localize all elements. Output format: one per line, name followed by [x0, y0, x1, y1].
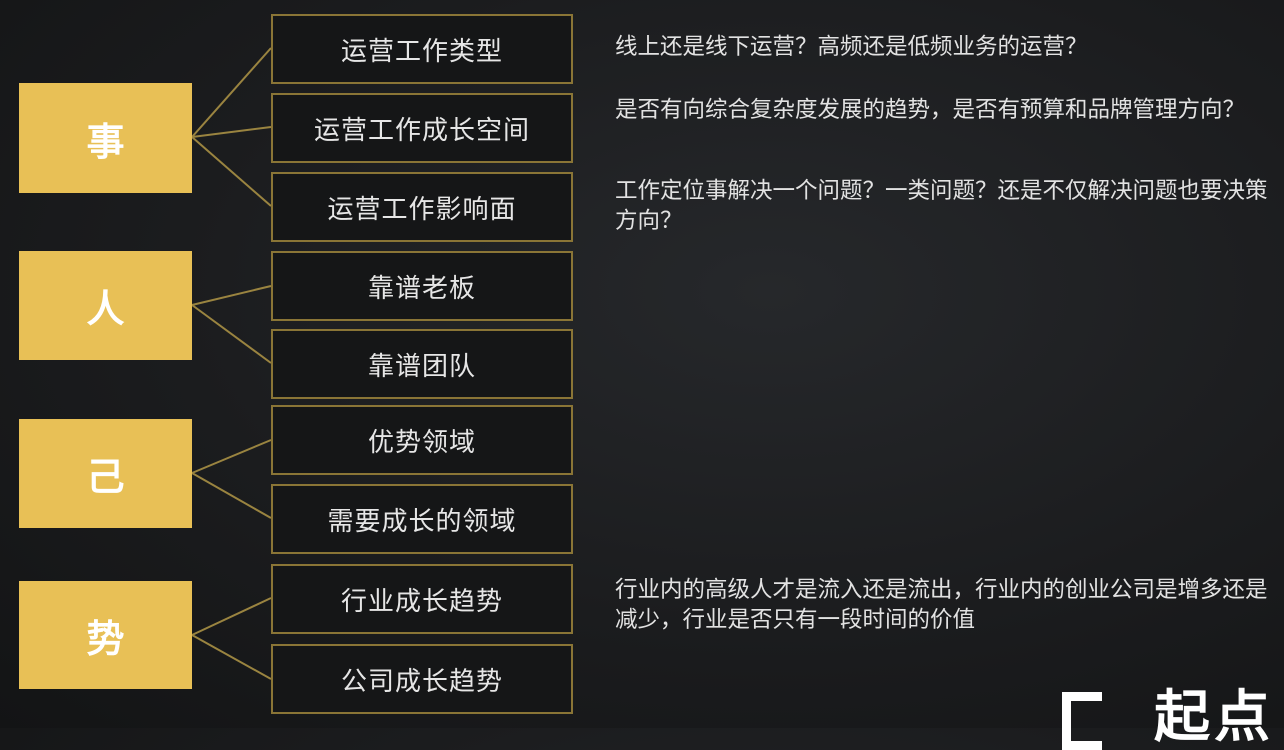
item-growth-areas: 需要成长的领域: [271, 484, 573, 554]
category-ren: 人: [19, 251, 192, 360]
item-strengths: 优势领域: [271, 405, 573, 475]
connector-line: [191, 597, 272, 636]
logo-mark-icon: [1062, 692, 1102, 750]
connector-line: [191, 634, 272, 680]
item-work-type: 运营工作类型: [271, 14, 573, 84]
item-impact: 运营工作影响面: [271, 172, 573, 242]
note-work-type: 线上还是线下运营？高频还是低频业务的运营？: [615, 34, 1088, 60]
note-growth-space: 是否有向综合复杂度发展的趋势，是否有预算和品牌管理方向？: [615, 97, 1246, 123]
logo: 起点: [1062, 688, 1274, 750]
connector-line: [191, 472, 272, 519]
item-reliable-boss: 靠谱老板: [271, 251, 573, 321]
logo-text: 起点: [1154, 685, 1274, 750]
note-impact: 工作定位事解决一个问题？一类问题？还是不仅解决问题也要决策方向？: [615, 178, 1268, 234]
item-company-trend: 公司成长趋势: [271, 644, 573, 714]
category-shi-trend: 势: [19, 581, 192, 689]
item-reliable-team: 靠谱团队: [271, 329, 573, 399]
connector-line: [191, 126, 272, 138]
item-industry-trend: 行业成长趋势: [271, 564, 573, 634]
category-ji: 己: [19, 419, 192, 528]
connector-line: [191, 285, 272, 306]
connector-line: [191, 47, 272, 138]
connector-line: [191, 439, 272, 474]
category-shi: 事: [19, 83, 192, 193]
item-growth-space: 运营工作成长空间: [271, 93, 573, 163]
connector-line: [191, 136, 272, 207]
note-industry-trend: 行业内的高级人才是流入还是流出，行业内的创业公司是增多还是减少，行业是否只有一段…: [615, 577, 1268, 633]
connector-line: [191, 304, 272, 364]
